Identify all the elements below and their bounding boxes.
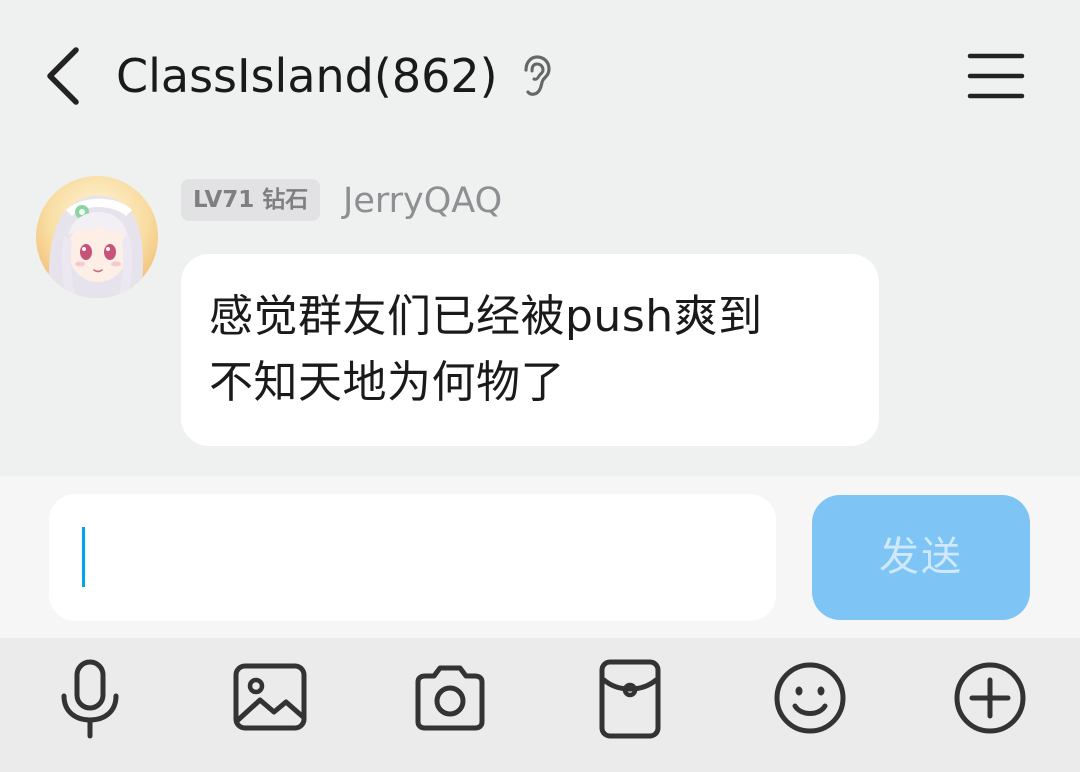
sender-name[interactable]: JerryQAQ (343, 178, 502, 224)
menu-button[interactable] (960, 50, 1032, 102)
input-bar: 发送 (0, 476, 1080, 638)
red-packet-icon[interactable] (588, 656, 672, 740)
message-text-line-2: 不知天地为何物了 (209, 357, 565, 408)
send-button[interactable]: 发送 (812, 495, 1030, 620)
ear-icon[interactable] (516, 54, 556, 98)
chat-header: ClassIsland(862) (0, 0, 1080, 150)
microphone-icon[interactable] (48, 656, 132, 740)
text-caret (82, 527, 85, 587)
plus-icon[interactable] (948, 656, 1032, 740)
bottom-toolbar (0, 638, 1080, 772)
message-input[interactable] (49, 494, 776, 621)
image-icon[interactable] (228, 656, 312, 740)
emoji-icon[interactable] (768, 656, 852, 740)
level-badge: LV71 钻石 (181, 179, 321, 221)
message-bubble[interactable]: 感觉群友们已经被push爽到 不知天地为何物了 (181, 254, 879, 446)
chevron-left-icon (47, 47, 79, 105)
hamburger-menu-icon (967, 53, 1025, 99)
message-text-line-1: 感觉群友们已经被push爽到 (209, 291, 763, 342)
camera-icon[interactable] (408, 656, 492, 740)
chat-title[interactable]: ClassIsland(862) (116, 46, 498, 106)
back-button[interactable] (38, 44, 88, 108)
avatar[interactable] (36, 176, 158, 298)
